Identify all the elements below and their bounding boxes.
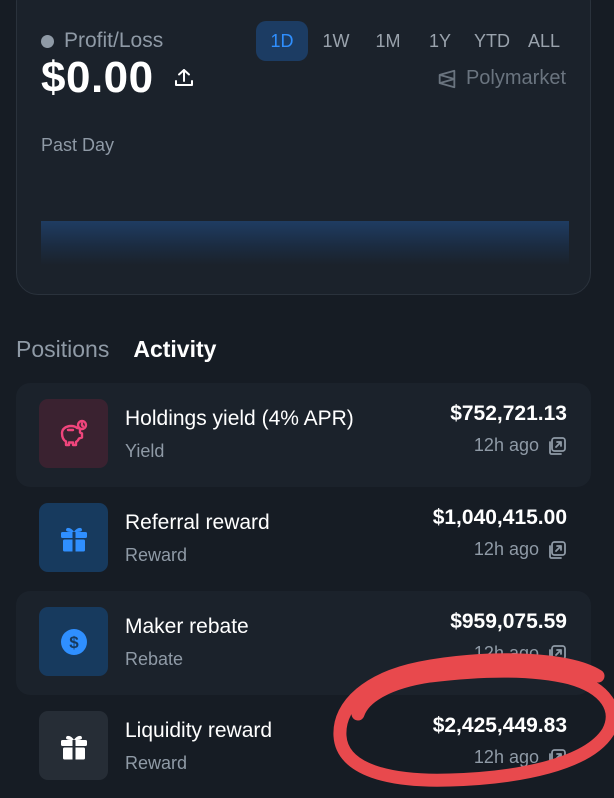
activity-item[interactable]: Holdings yield (4% APR) Yield $752,721.1… [16,383,591,487]
profit-loss-value: $0.00 [41,53,196,103]
activity-amount: $752,721.13 [450,402,567,425]
activity-item[interactable]: Liquidity reward Reward $2,425,449.83 12… [16,695,591,798]
brand-watermark: Polymarket [436,67,566,90]
range-tab-1y[interactable]: 1Y [416,21,464,61]
activity-amount: $959,075.59 [450,610,567,633]
activity-type: Reward [125,753,188,773]
activity-amount: $2,425,449.83 [432,714,567,737]
activity-time-group: 12h ago [474,643,567,664]
gift-icon [60,527,87,551]
activity-type: Rebate [125,649,184,669]
profit-loss-period: Past Day [41,135,115,155]
section-tabs: Positions Activity [16,336,216,363]
external-link-icon[interactable] [547,540,567,560]
activity-amount: $1,040,415.00 [432,506,567,529]
svg-text:$: $ [69,633,79,652]
status-dot [41,34,54,48]
activity-time-group: 12h ago [474,747,567,768]
range-tab-ytd[interactable]: YTD [468,21,516,61]
profit-loss-card: Profit/Loss 1D 1W 1M 1Y YTD ALL $0.00 Po… [16,0,591,295]
piggy-bank-icon [60,419,87,446]
external-link-icon[interactable] [547,436,567,456]
activity-title: Maker rebate [125,615,249,638]
activity-time: 12h ago [473,539,539,559]
brand-name: Polymarket [465,67,566,89]
gift-icon [60,735,87,759]
activity-list: Holdings yield (4% APR) Yield $752,721.1… [16,383,591,798]
time-range-selector: 1D 1W 1M 1Y YTD ALL [256,21,568,61]
range-tab-all[interactable]: ALL [520,21,568,61]
profit-loss-amount: $0.00 [41,53,154,102]
activity-time: 12h ago [473,435,539,455]
activity-time: 12h ago [473,643,539,663]
activity-icon-tile [39,503,108,572]
range-tab-1w[interactable]: 1W [312,21,360,61]
activity-icon-tile: $ [39,607,108,676]
activity-type: Yield [125,441,165,461]
activity-type: Reward [125,545,188,565]
activity-time-group: 12h ago [474,435,567,456]
range-tab-1d[interactable]: 1D [256,21,308,61]
profit-loss-label-group: Profit/Loss [41,29,163,53]
polymarket-logo-icon [438,69,456,88]
activity-icon-tile [39,399,108,468]
activity-time-group: 12h ago [474,539,567,560]
activity-title: Liquidity reward [125,719,273,742]
profit-loss-label: Profit/Loss [64,29,164,52]
share-icon[interactable] [172,66,196,90]
activity-icon-tile [39,711,108,780]
profit-loss-chart [41,221,569,265]
external-link-icon[interactable] [547,748,567,768]
activity-item[interactable]: $ Maker rebate Rebate $959,075.59 12h ag… [16,591,591,695]
range-tab-1m[interactable]: 1M [364,21,412,61]
activity-title: Holdings yield (4% APR) [125,407,354,430]
tab-activity[interactable]: Activity [133,336,216,363]
tab-positions[interactable]: Positions [16,336,109,363]
activity-item[interactable]: Referral reward Reward $1,040,415.00 12h… [16,487,591,591]
activity-time: 12h ago [473,747,539,767]
external-link-icon[interactable] [547,644,567,664]
dollar-coin-icon: $ [60,628,87,655]
activity-title: Referral reward [125,511,270,534]
